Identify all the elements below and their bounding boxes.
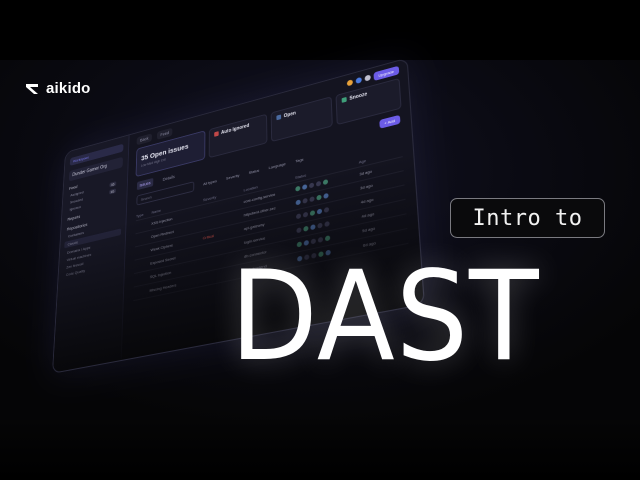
- column-header: Type: [136, 210, 148, 218]
- cell-type: [134, 264, 146, 267]
- cell-type: [134, 291, 146, 294]
- card-title: Auto Ignored: [221, 123, 249, 136]
- status-dot-icon: [296, 213, 301, 219]
- filter-tags: Tags: [295, 157, 303, 164]
- filter-language: Language: [269, 161, 286, 170]
- avatar: [364, 74, 370, 81]
- aikido-logo-icon: [24, 81, 40, 97]
- video-thumbnail: aikido Workspace Dunder Gamer Org Feed A…: [0, 0, 640, 480]
- status-dot-icon: [324, 221, 329, 227]
- status-dot-icon: [316, 195, 321, 201]
- status-dot-icon: [317, 223, 322, 229]
- sidebar-item-count: 35: [109, 188, 116, 194]
- filter-status: Status: [249, 168, 260, 175]
- status-dot-icon: [302, 184, 307, 190]
- cell-age: 5d ago: [362, 223, 388, 234]
- sidebar-item-label: Ignored: [69, 204, 80, 211]
- breadcrumb-feed: Feed: [157, 127, 173, 139]
- cell-type: [135, 251, 147, 254]
- cell-severity: [203, 216, 240, 225]
- card-title: Snooze: [349, 91, 367, 101]
- intro-badge: Intro to: [450, 198, 605, 238]
- snooze-icon: [341, 97, 346, 103]
- status-dot-icon: [316, 181, 321, 187]
- card-title: Open: [284, 111, 296, 120]
- status-dot-icon: [318, 237, 323, 243]
- status-dot-icon: [324, 207, 329, 213]
- cell-age: 3d ago: [359, 166, 384, 177]
- status-dot-icon: [295, 186, 300, 192]
- status-dot-icon: [323, 179, 328, 185]
- open-icon: [276, 115, 281, 121]
- cell-type: [135, 238, 147, 241]
- sidebar-item-count: 35: [109, 181, 116, 187]
- integration-icon: [355, 77, 361, 84]
- status-dot-icon: [303, 212, 308, 218]
- status-dot-icon: [303, 198, 308, 204]
- brand-logo: aikido: [24, 80, 91, 97]
- dashboard-sidebar: Workspace Dunder Gamer Org Feed Assigned…: [53, 135, 130, 373]
- breadcrumb-back: Back: [137, 133, 152, 145]
- cell-type: [136, 224, 148, 227]
- status-dot-icon: [309, 182, 314, 188]
- integration-icon: [346, 79, 352, 86]
- status-dot-icon: [317, 208, 322, 214]
- status-dot-icon: [309, 196, 314, 202]
- filter-types: All types: [203, 178, 217, 186]
- status-dot-icon: [296, 199, 301, 205]
- warning-icon: [214, 131, 218, 137]
- status-dot-icon: [323, 193, 328, 199]
- cell-age: 4d ago: [361, 208, 387, 219]
- headline: DAST: [230, 252, 580, 382]
- status-dot-icon: [296, 227, 301, 233]
- status-dot-icon: [303, 226, 308, 232]
- status-dot-icon: [310, 224, 315, 230]
- filter-severity: Severity: [226, 173, 239, 181]
- cell-type: [134, 278, 146, 281]
- sidebar-item-label: Code Quality: [66, 268, 85, 277]
- status-dot-icon: [311, 238, 316, 244]
- status-dot-icon: [325, 235, 330, 241]
- letterbox-top: [0, 0, 640, 60]
- cell-age: 4d ago: [361, 194, 386, 205]
- brand-name: aikido: [46, 80, 91, 97]
- status-dot-icon: [310, 210, 315, 216]
- cell-age: 3d ago: [360, 180, 385, 191]
- sidebar-item-label: Clouds: [68, 240, 78, 247]
- letterbox-bottom: [0, 420, 640, 480]
